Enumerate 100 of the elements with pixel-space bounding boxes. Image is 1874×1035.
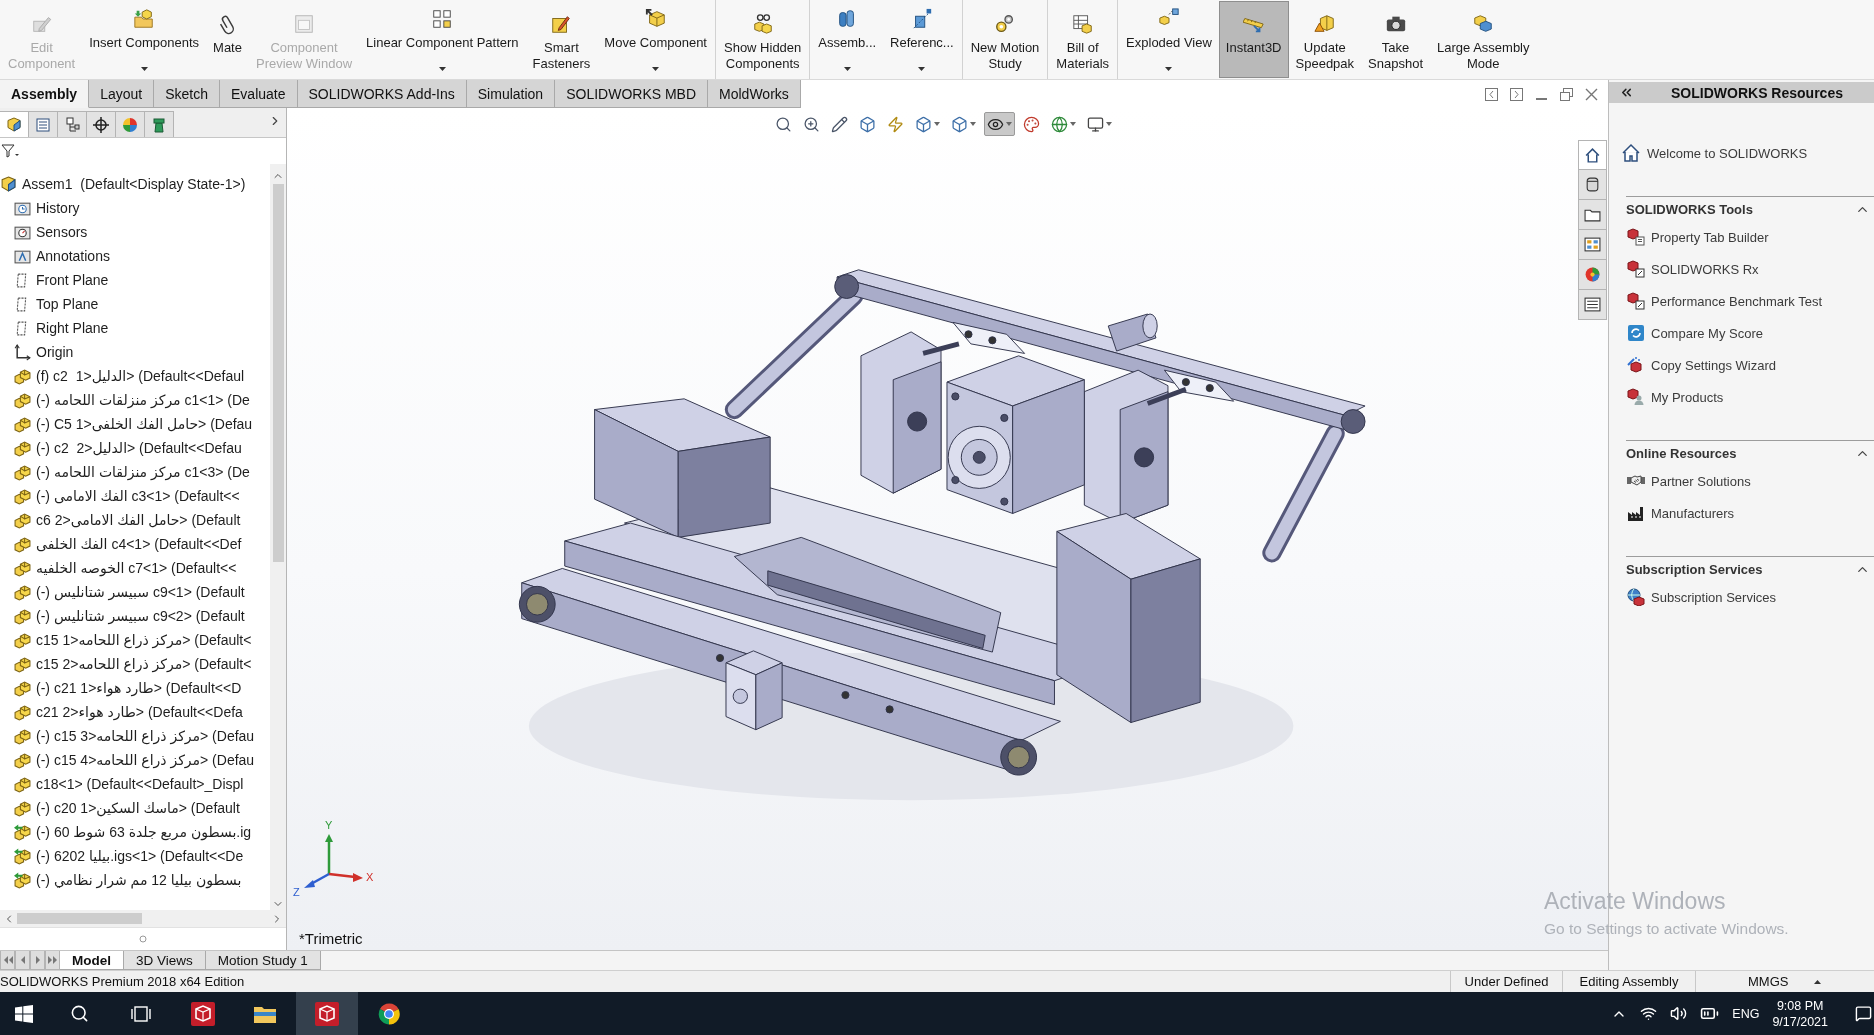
task-pane-tab[interactable] xyxy=(1578,170,1607,200)
toolbar-button[interactable]: New Motion Study xyxy=(963,1,1047,78)
command-tab[interactable]: Sketch xyxy=(154,80,220,108)
tree-item[interactable]: (-) c20 ماسك السكين<1> (Default xyxy=(0,796,270,820)
tree-item[interactable]: Annotations xyxy=(0,244,270,268)
task-pane-tab[interactable] xyxy=(1578,230,1607,260)
vertical-scrollbar[interactable] xyxy=(270,164,286,910)
caret-down-icon[interactable] xyxy=(438,67,446,71)
resource-link[interactable]: Welcome to SOLIDWORKS xyxy=(1609,137,1874,169)
tile-left-icon[interactable] xyxy=(1485,87,1498,101)
speaker-icon[interactable] xyxy=(1670,1005,1688,1022)
toolbar-button[interactable]: Large Assembly Mode xyxy=(1430,1,1537,78)
task-pane-tab[interactable] xyxy=(1578,140,1607,170)
model-tab[interactable]: Model xyxy=(60,951,124,970)
tree-item[interactable]: (-) بيليا 6202.igs<1> (Default<<De xyxy=(0,844,270,868)
panel-tab[interactable] xyxy=(145,111,174,137)
tree-item[interactable]: Sensors xyxy=(0,220,270,244)
view-tool-button[interactable] xyxy=(984,112,1015,136)
tree-item[interactable]: (-) بسطون مربع جلدة 63 شوط 60.ig xyxy=(0,820,270,844)
restore-icon[interactable] xyxy=(1560,87,1573,101)
wifi-icon[interactable] xyxy=(1640,1005,1658,1022)
tab-scroll-button[interactable] xyxy=(30,951,45,970)
tree-item[interactable]: (-) c2 الدليل<2> (Default<<Defau xyxy=(0,436,270,460)
tree-item[interactable]: c6 حامل الفك الامامى<2> (Default xyxy=(0,508,270,532)
model-tab[interactable]: 3D Views xyxy=(124,951,206,970)
toolbar-button[interactable]: Update Speedpak xyxy=(1288,1,1362,78)
caret-down-icon[interactable] xyxy=(843,67,851,71)
resource-link[interactable]: Manufacturers xyxy=(1626,497,1874,529)
tab-scroll-button[interactable] xyxy=(45,951,60,970)
toolbar-button[interactable]: Linear Component Pattern xyxy=(359,1,526,78)
resource-link[interactable]: Subscription Services xyxy=(1626,581,1874,613)
toolbar-button[interactable]: Take Snapshot xyxy=(1361,1,1430,78)
resource-link[interactable]: Property Tab Builder xyxy=(1626,221,1874,253)
command-tab[interactable]: Layout xyxy=(89,80,155,108)
tree-item[interactable]: c18<1> (Default<<Default>_Displ xyxy=(0,772,270,796)
caret-down-icon[interactable] xyxy=(1165,67,1173,71)
tree-item[interactable]: (-) c21 طارد هواء<1> (Default<<D xyxy=(0,676,270,700)
tree-item[interactable]: c15 مركز ذراع اللحامه<2> (Default< xyxy=(0,652,270,676)
resource-link[interactable]: Performance Benchmark Test xyxy=(1626,285,1874,317)
tree-item[interactable]: (-) سبيسر شتانليس c9<2> (Default xyxy=(0,604,270,628)
resource-link[interactable]: Compare My Score xyxy=(1626,317,1874,349)
scrollbar-thumb[interactable] xyxy=(272,184,284,562)
tree-item[interactable]: الفك الخلفى c4<1> (Default<<Def xyxy=(0,532,270,556)
toolbar-button[interactable]: Move Component xyxy=(597,1,714,78)
close-icon[interactable] xyxy=(1585,87,1598,101)
toolbar-button[interactable]: Insert Components xyxy=(82,1,207,78)
caret-down-icon[interactable] xyxy=(140,67,148,71)
toolbar-button[interactable]: Mate xyxy=(206,1,249,78)
command-tab[interactable]: SOLIDWORKS MBD xyxy=(555,80,709,108)
tree-item[interactable]: Origin xyxy=(0,340,270,364)
tree-item[interactable]: Right Plane xyxy=(0,316,270,340)
caret-down-icon[interactable] xyxy=(652,67,660,71)
task-pane-tab[interactable] xyxy=(1578,260,1607,290)
tree-item[interactable]: (-) C5 حامل الفك الخلفى<1> (Defau xyxy=(0,412,270,436)
resource-link[interactable]: Partner Solutions xyxy=(1626,465,1874,497)
toolbar-button[interactable]: Instant3D xyxy=(1218,1,1289,78)
resource-link[interactable]: My Products xyxy=(1626,381,1874,413)
task-pane-tab[interactable] xyxy=(1578,200,1607,230)
tree-item[interactable]: (-) c15 مركز ذراع اللحامه<4> (Defau xyxy=(0,748,270,772)
panel-tab[interactable] xyxy=(0,111,29,137)
tree-item[interactable]: Top Plane xyxy=(0,292,270,316)
command-tab[interactable]: SOLIDWORKS Add-Ins xyxy=(297,80,467,108)
tree-item[interactable]: (-) مركز منزلقات اللحامه c1<1> (De xyxy=(0,388,270,412)
toolbar-button[interactable]: Referenc... xyxy=(883,1,961,78)
command-tab[interactable]: Simulation xyxy=(466,80,556,108)
caret-down-icon[interactable] xyxy=(970,122,976,126)
toolbar-button[interactable]: Smart Fasteners xyxy=(525,1,598,78)
resource-link[interactable]: SOLIDWORKS Rx xyxy=(1626,253,1874,285)
clock[interactable]: 9:08 PM 9/17/2021 xyxy=(1772,997,1828,1030)
tree-item[interactable]: c15 مركز ذراع اللحامه<1> (Default< xyxy=(0,628,270,652)
tile-right-icon[interactable] xyxy=(1510,87,1523,101)
tree-item[interactable]: Front Plane xyxy=(0,268,270,292)
model-tab[interactable]: Motion Study 1 xyxy=(205,951,321,970)
tree-item[interactable]: (-) بسطون بيليا 12 مم شرار نظامي xyxy=(0,868,270,892)
scrollbar-thumb[interactable] xyxy=(17,913,142,924)
tree-item[interactable]: الخوصه الخلفيه c7<1> (Default<< xyxy=(0,556,270,580)
notification-icon[interactable] xyxy=(1855,1005,1872,1022)
command-tab[interactable]: Evaluate xyxy=(220,80,298,108)
tree-item[interactable]: (-) سبيسر شتانليس c9<1> (Default xyxy=(0,580,270,604)
tree-item[interactable]: (f) c2 الدليل<1> (Default<<Defaul xyxy=(0,364,270,388)
tree-item[interactable]: c21 طارد هواء<2> (Default<<Defa xyxy=(0,700,270,724)
taskbar-app[interactable] xyxy=(296,992,358,1035)
toolbar-button[interactable]: Exploded View xyxy=(1119,1,1219,78)
caret-down-icon[interactable] xyxy=(1106,122,1112,126)
tab-scroll-button[interactable] xyxy=(15,951,30,970)
caret-down-icon[interactable] xyxy=(918,67,926,71)
tree-item[interactable]: Assem1 (Default<Display State-1>) xyxy=(0,172,270,196)
command-tab[interactable]: Assembly xyxy=(0,80,90,108)
tree-item[interactable]: History xyxy=(0,196,270,220)
toolbar-button[interactable]: Bill of Materials xyxy=(1049,1,1117,78)
command-tab[interactable]: MoldWorks xyxy=(708,80,801,108)
caret-down-icon[interactable] xyxy=(1070,122,1076,126)
toolbar-button[interactable]: Assemb... xyxy=(811,1,884,78)
tree-item[interactable]: (-) الفك الامامى c3<1> (Default<< xyxy=(0,484,270,508)
tree-item[interactable]: (-) مركز منزلقات اللحامه c1<3> (De xyxy=(0,460,270,484)
caret-down-icon[interactable] xyxy=(934,122,940,126)
panel-tab[interactable] xyxy=(87,111,116,137)
tab-scroll-button[interactable] xyxy=(0,951,15,970)
tree-item[interactable]: (-) c15 مركز ذراع اللحامه<3> (Defau xyxy=(0,724,270,748)
language-indicator[interactable]: ENG xyxy=(1732,1006,1760,1021)
